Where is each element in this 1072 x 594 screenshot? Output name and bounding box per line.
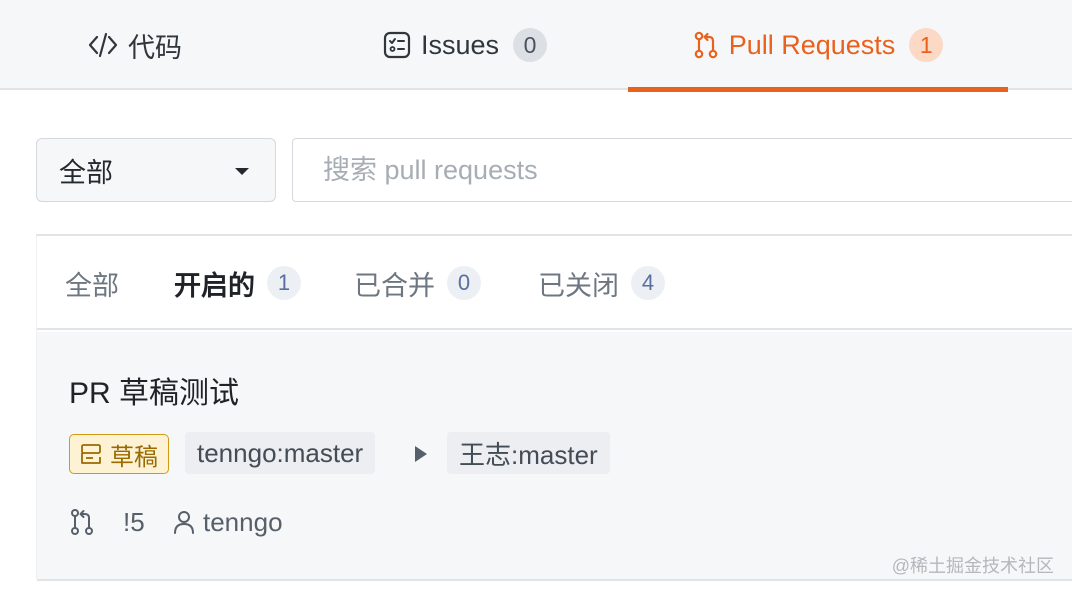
tab-pull-requests[interactable]: Pull Requests 1 — [628, 0, 1008, 92]
pr-list-panel: 全部 开启的 1 已合并 0 已关闭 4 PR 草稿测试 草稿 tenngo:m… — [36, 234, 1072, 581]
pr-title-link[interactable]: PR 草稿测试 — [69, 368, 239, 412]
pr-author-name: tenngo — [203, 506, 283, 537]
code-icon — [88, 32, 118, 58]
tab-code-label: 代码 — [128, 32, 182, 63]
draft-icon — [80, 443, 102, 465]
tab-pull-requests-label: Pull Requests — [728, 29, 896, 60]
repo-tab-bar: 代码 Issues 0 Pull Requests 1 — [0, 0, 1072, 92]
state-tab-merged-label: 已合并 — [354, 270, 435, 301]
tab-issues[interactable]: Issues 0 — [330, 0, 600, 90]
tab-issues-label: Issues — [420, 29, 500, 60]
user-icon — [173, 510, 195, 534]
state-tab-open[interactable]: 开启的 1 — [174, 236, 301, 330]
pull-request-icon — [693, 31, 719, 59]
draft-label: 草稿 — [110, 443, 158, 471]
state-tab-all-label: 全部 — [65, 270, 119, 301]
target-branch-label[interactable]: 王志:master — [447, 432, 610, 474]
draft-badge: 草稿 — [69, 434, 169, 474]
source-branch-label[interactable]: tenngo:master — [185, 432, 376, 474]
state-tab-merged-count: 0 — [447, 266, 481, 300]
pull-requests-count-badge: 1 — [909, 28, 944, 62]
arrow-right-icon — [415, 446, 427, 462]
issue-icon — [383, 31, 411, 59]
state-tab-open-label: 开启的 — [174, 270, 255, 301]
pr-filter-select[interactable]: 全部 — [36, 138, 276, 202]
pull-request-small-icon — [69, 504, 95, 540]
caret-down-icon — [235, 168, 249, 175]
watermark: @稀土掘金技术社区 — [891, 556, 1054, 576]
state-tab-merged[interactable]: 已合并 0 — [354, 236, 481, 330]
state-tab-closed-count: 4 — [631, 266, 665, 300]
state-tab-closed-label: 已关闭 — [538, 270, 619, 301]
pr-number: !5 — [123, 506, 145, 537]
state-tab-all[interactable]: 全部 — [65, 236, 119, 330]
pr-filter-select-value: 全部 — [59, 157, 113, 188]
pr-list-item[interactable]: PR 草稿测试 草稿 tenngo:master 王志:master !5 te… — [37, 332, 1072, 581]
pr-author[interactable]: tenngo — [173, 504, 283, 540]
issues-count-badge: 0 — [513, 28, 548, 62]
pr-state-tabs: 全部 开启的 1 已合并 0 已关闭 4 — [37, 236, 1072, 330]
state-tab-open-count: 1 — [267, 266, 301, 300]
state-tab-closed[interactable]: 已关闭 4 — [538, 236, 665, 330]
pr-search-input[interactable] — [292, 138, 1072, 202]
tab-code[interactable]: 代码 — [0, 0, 270, 90]
